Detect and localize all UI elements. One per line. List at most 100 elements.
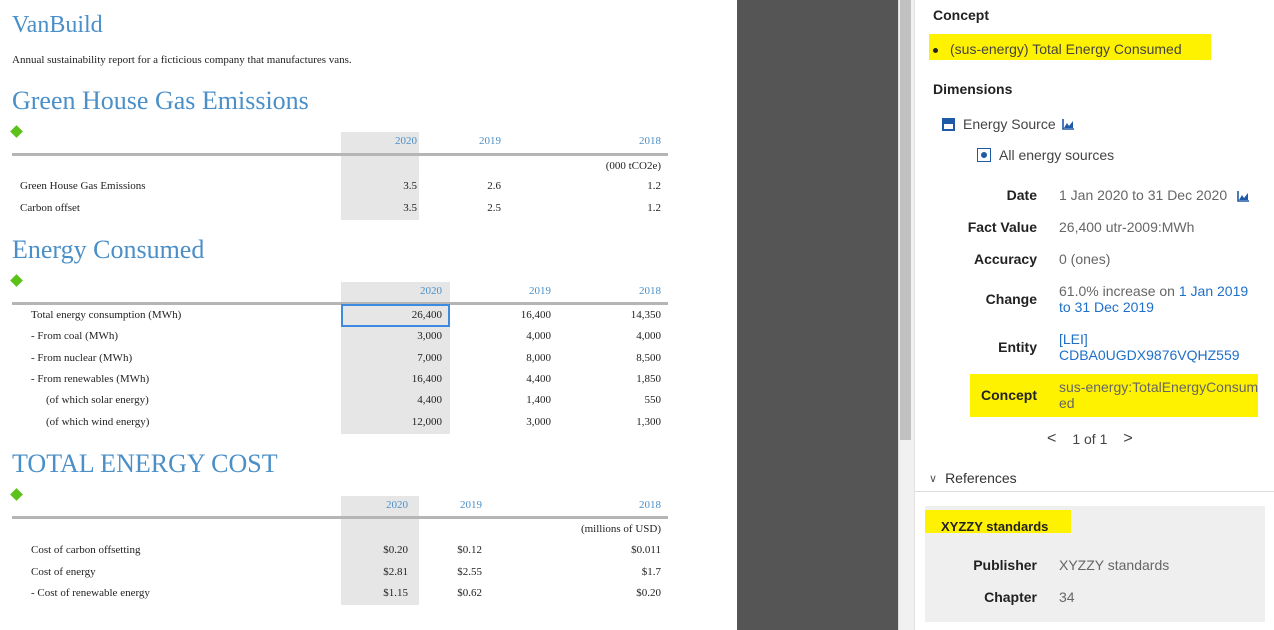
references-toggle[interactable]: ∨ References [929,470,1017,486]
entity-label: Entity [998,339,1037,355]
fact-cell[interactable]: $2.55 [412,566,482,578]
change-value: 61.0% increase on 1 Jan 2019 to 31 Dec 2… [1059,283,1259,315]
fact-cell[interactable]: 550 [591,394,662,406]
row-label: Total energy consumption (MWh) [31,309,182,321]
chapter-label: Chapter [984,589,1037,605]
year-header-2019: 2019 [479,135,501,147]
fact-cell[interactable]: 4,400 [372,394,442,406]
year-header-2020: 2020 [395,135,417,147]
accuracy-label: Accuracy [973,251,1037,267]
table-rule [12,516,668,519]
dimension-energy-source[interactable]: Energy Source [942,116,1074,132]
change-label: Change [985,291,1037,307]
row-label: - From coal (MWh) [31,330,119,342]
section-marker-icon [10,274,23,287]
reference-title: XYZZY standards [941,519,1049,534]
table-unit: (000 tCO2e) [605,160,661,172]
date-text: 1 Jan 2020 to 31 Dec 2020 [1059,187,1228,203]
fact-value: 26,400 utr-2009:MWh [1059,219,1195,235]
fact-cell[interactable]: 1.2 [591,202,661,214]
reference-card: XYZZY standards Publisher XYZZY standard… [925,506,1265,622]
fact-cell[interactable]: $2.81 [338,566,408,578]
fact-cell[interactable]: $0.011 [591,544,661,556]
row-label: Cost of carbon offsetting [31,544,141,556]
fact-cell[interactable]: 3,000 [481,416,551,428]
dimension-icon [942,117,955,131]
publisher-label: Publisher [973,557,1037,573]
chart-icon[interactable] [1061,118,1074,130]
change-text: 61.0% increase on [1059,283,1179,299]
fact-cell[interactable]: 8,500 [591,352,661,364]
dimensions-heading: Dimensions [933,81,1013,97]
fact-cell[interactable]: 3.5 [347,180,417,192]
date-label: Date [1006,187,1037,203]
dimension-label: Energy Source [963,116,1056,132]
fact-cell[interactable]: 4,000 [481,330,551,342]
year-header-2019: 2019 [460,499,482,511]
fact-cell[interactable]: 8,000 [481,352,551,364]
chevron-down-icon: ∨ [929,472,938,485]
fact-cell[interactable]: 1,850 [591,373,661,385]
references-heading: References [945,470,1017,486]
fact-cell[interactable]: 16,400 [481,309,551,321]
fact-cell[interactable]: $0.12 [412,544,482,556]
chart-icon[interactable] [1237,190,1250,202]
fact-inspector-pane: Concept (sus-energy) Total Energy Consum… [914,0,1274,630]
table-rule [12,153,668,156]
entity-value: [LEI] CDBA0UGDX9876VQHZ559 [1059,331,1240,363]
concept-value: sus-energy:TotalEnergyConsumed [1059,379,1259,411]
fact-cell[interactable]: 2.5 [431,202,501,214]
row-label: (of which solar energy) [46,394,149,406]
fact-cell[interactable]: 7,000 [372,352,442,364]
fact-cell[interactable]: 3.5 [347,202,417,214]
row-label: Green House Gas Emissions [20,180,146,192]
fact-cell[interactable]: 4,400 [481,373,551,385]
section-marker-icon [10,125,23,138]
fact-cell[interactable]: 1,300 [591,416,661,428]
fact-cell-selected[interactable]: 26,400 [372,309,442,321]
concept-item[interactable]: (sus-energy) Total Energy Consumed [933,41,1182,57]
row-label: - Cost of renewable energy [31,587,150,599]
chapter-value: 34 [1059,589,1075,605]
fact-pager: < 1 of 1 > [1047,430,1133,448]
section-heading-ghg: Green House Gas Emissions [12,86,309,115]
row-label: Cost of energy [31,566,96,578]
year-header-2018: 2018 [639,285,661,297]
fact-cell[interactable]: $1.7 [591,566,661,578]
fact-cell[interactable]: 3,000 [372,330,442,342]
fact-cell[interactable]: 2.6 [431,180,501,192]
fact-cell[interactable]: 4,000 [591,330,661,342]
document-subtitle: Annual sustainability report for a ficti… [12,54,352,66]
fact-cell[interactable]: 1.2 [591,180,661,192]
fact-cell[interactable]: 14,350 [591,309,661,321]
scrollbar-thumb[interactable] [900,0,911,440]
fact-cell[interactable]: $0.62 [412,587,482,599]
date-value: 1 Jan 2020 to 31 Dec 2020 [1059,187,1250,203]
fact-cell[interactable]: $0.20 [591,587,661,599]
fact-cell[interactable]: 1,400 [481,394,551,406]
row-label: - From nuclear (MWh) [31,352,133,364]
dimension-member-label: All energy sources [999,147,1115,163]
next-button[interactable]: > [1123,430,1132,448]
year-header-2018: 2018 [639,135,661,147]
prev-button[interactable]: < [1047,430,1056,448]
row-label: Carbon offset [20,202,80,214]
fact-cell[interactable]: $1.15 [338,587,408,599]
year-header-2019: 2019 [529,285,551,297]
document-pane: VanBuild Annual sustainability report fo… [0,0,737,630]
fact-cell[interactable]: 12,000 [372,416,442,428]
concept-item-label: (sus-energy) Total Energy Consumed [950,41,1182,57]
references-divider [915,491,1274,492]
fact-cell[interactable]: 16,400 [372,373,442,385]
publisher-value: XYZZY standards [1059,557,1170,573]
year-header-2018: 2018 [639,499,661,511]
dimension-member[interactable]: All energy sources [977,147,1114,163]
concept-label: Concept [981,387,1037,403]
viewer-gutter [737,0,898,630]
concept-heading: Concept [933,7,989,23]
concept-value-text: sus-energy:TotalEnergyConsumed [1059,379,1259,411]
fact-cell[interactable]: $0.20 [338,544,408,556]
bullet-icon [933,47,938,53]
entity-id[interactable]: CDBA0UGDX9876VQHZ559 [1059,347,1240,363]
entity-scheme[interactable]: [LEI] [1059,331,1240,347]
